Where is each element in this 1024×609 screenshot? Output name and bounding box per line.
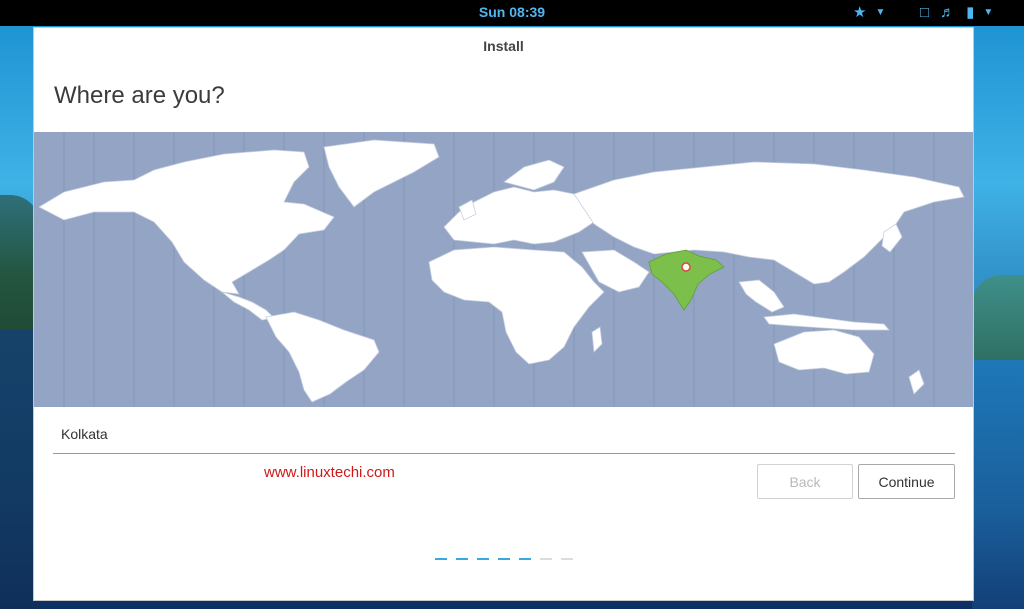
dropdown-icon[interactable]: ▼ [875,0,885,26]
location-pin-icon[interactable] [681,262,691,272]
desktop-water-right [972,360,1024,609]
watermark: www.linuxtechi.com [264,464,395,481]
progress-step [435,558,447,560]
system-menu[interactable]: □ ♬ ▮ ▼ [920,0,993,26]
back-button[interactable]: Back [757,464,853,499]
timezone-search-field[interactable] [53,421,955,454]
battery-icon[interactable]: ▮ [966,0,974,26]
chevron-down-icon[interactable]: ▼ [983,0,993,26]
progress-step [477,558,489,560]
installer-window: Install Where are you? Kolkata www.linux… [33,27,974,601]
progress-step [456,558,468,560]
timezone-input[interactable] [53,421,955,447]
progress-step [540,558,552,560]
window-title: Install [483,38,524,54]
accessibility-menu[interactable]: ★ ▼ [853,0,885,26]
world-map[interactable] [34,132,973,407]
progress-indicator [435,558,573,560]
top-panel: Sun 08:39 ★ ▼ □ ♬ ▮ ▼ [0,0,1024,26]
volume-icon[interactable]: ♬ [940,0,955,26]
continue-button[interactable]: Continue [858,464,955,499]
page-title: Where are you? [54,82,225,109]
timezone-map[interactable] [34,132,973,407]
progress-step [498,558,510,560]
accessibility-icon[interactable]: ★ [853,0,866,26]
progress-step [519,558,531,560]
desktop-hill-right [972,275,1024,365]
display-icon[interactable]: □ [920,0,929,26]
progress-step [561,558,573,560]
titlebar[interactable]: Install [34,28,973,64]
